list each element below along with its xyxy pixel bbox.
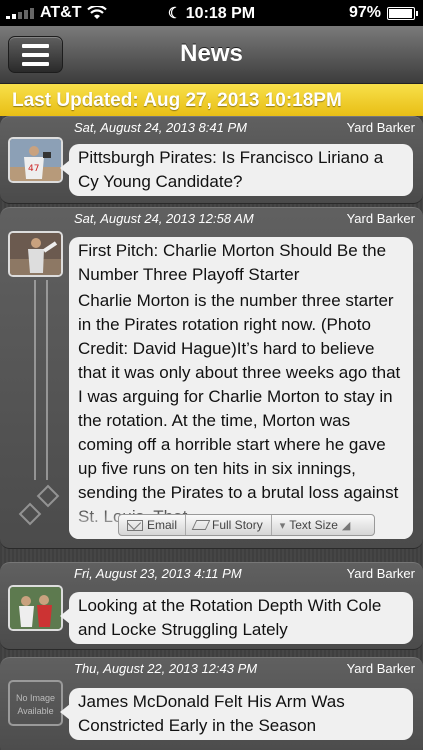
battery-percent: 97% [348, 4, 381, 21]
news-title: Pittsburgh Pirates: Is Francisco Liriano… [78, 148, 384, 191]
news-title: First Pitch: Charlie Morton Should Be th… [78, 241, 387, 284]
page-title: News [180, 40, 243, 67]
news-item[interactable]: Fri, August 23, 2013 4:11 PM Yard Barker… [0, 562, 423, 650]
news-date: Thu, August 22, 2013 12:43 PM [74, 661, 258, 676]
news-item[interactable]: Thu, August 22, 2013 12:43 PM Yard Barke… [0, 657, 423, 750]
news-title: Looking at the Rotation Depth With Cole … [78, 596, 382, 639]
news-source: Yard Barker [346, 211, 415, 226]
navigation-bar: News [0, 26, 423, 84]
decorative-diamond [18, 502, 42, 526]
news-body: Charlie Morton is the number three start… [78, 291, 401, 526]
svg-text:47: 47 [28, 164, 39, 174]
text-size-slider-icon: ◢ [341, 519, 351, 532]
email-button[interactable]: Email [119, 515, 187, 535]
news-headline[interactable]: Pittsburgh Pirates: Is Francisco Liriano… [60, 144, 413, 196]
clock: 10:18 PM [185, 5, 256, 22]
text-size-button[interactable]: ▾ Text Size ◢ [272, 515, 359, 535]
news-source: Yard Barker [346, 566, 415, 581]
news-date: Sat, August 24, 2013 12:58 AM [74, 211, 254, 226]
decorative-timeline [34, 280, 48, 480]
full-story-button[interactable]: Full Story [186, 515, 272, 535]
news-source: Yard Barker [346, 661, 415, 676]
last-updated-banner: Last Updated: Aug 27, 2013 10:18PM [0, 84, 423, 116]
news-date: Sat, August 24, 2013 8:41 PM [74, 120, 247, 135]
text-size-icon: ▾ [279, 519, 286, 532]
battery-icon [387, 6, 418, 20]
news-story[interactable]: First Pitch: Charlie Morton Should Be th… [69, 237, 413, 539]
status-bar: AT&T ☾ 10:18 PM 97% [0, 0, 423, 26]
news-headline[interactable]: Looking at the Rotation Depth With Cole … [60, 592, 413, 644]
no-image-placeholder: No Image Available [8, 680, 63, 726]
news-thumbnail[interactable] [8, 585, 63, 631]
story-actions: Email Full Story ▾ Text Size ◢ [118, 514, 375, 536]
decorative-diamond [36, 484, 60, 508]
moon-icon: ☾ [167, 5, 182, 22]
news-headline[interactable]: James McDonald Felt His Arm Was Constric… [60, 688, 413, 740]
envelope-icon [127, 519, 143, 531]
news-thumbnail[interactable]: 47 [8, 137, 63, 183]
news-thumbnail[interactable] [8, 231, 63, 277]
news-date: Fri, August 23, 2013 4:11 PM [74, 566, 242, 581]
news-item-expanded[interactable]: Sat, August 24, 2013 12:58 AM Yard Barke… [0, 207, 423, 549]
news-item[interactable]: Sat, August 24, 2013 8:41 PM Yard Barker… [0, 116, 423, 204]
news-source: Yard Barker [346, 120, 415, 135]
news-title: James McDonald Felt His Arm Was Constric… [78, 692, 345, 735]
news-feed[interactable]: Sat, August 24, 2013 8:41 PM Yard Barker… [0, 116, 423, 750]
tag-icon [191, 520, 211, 530]
